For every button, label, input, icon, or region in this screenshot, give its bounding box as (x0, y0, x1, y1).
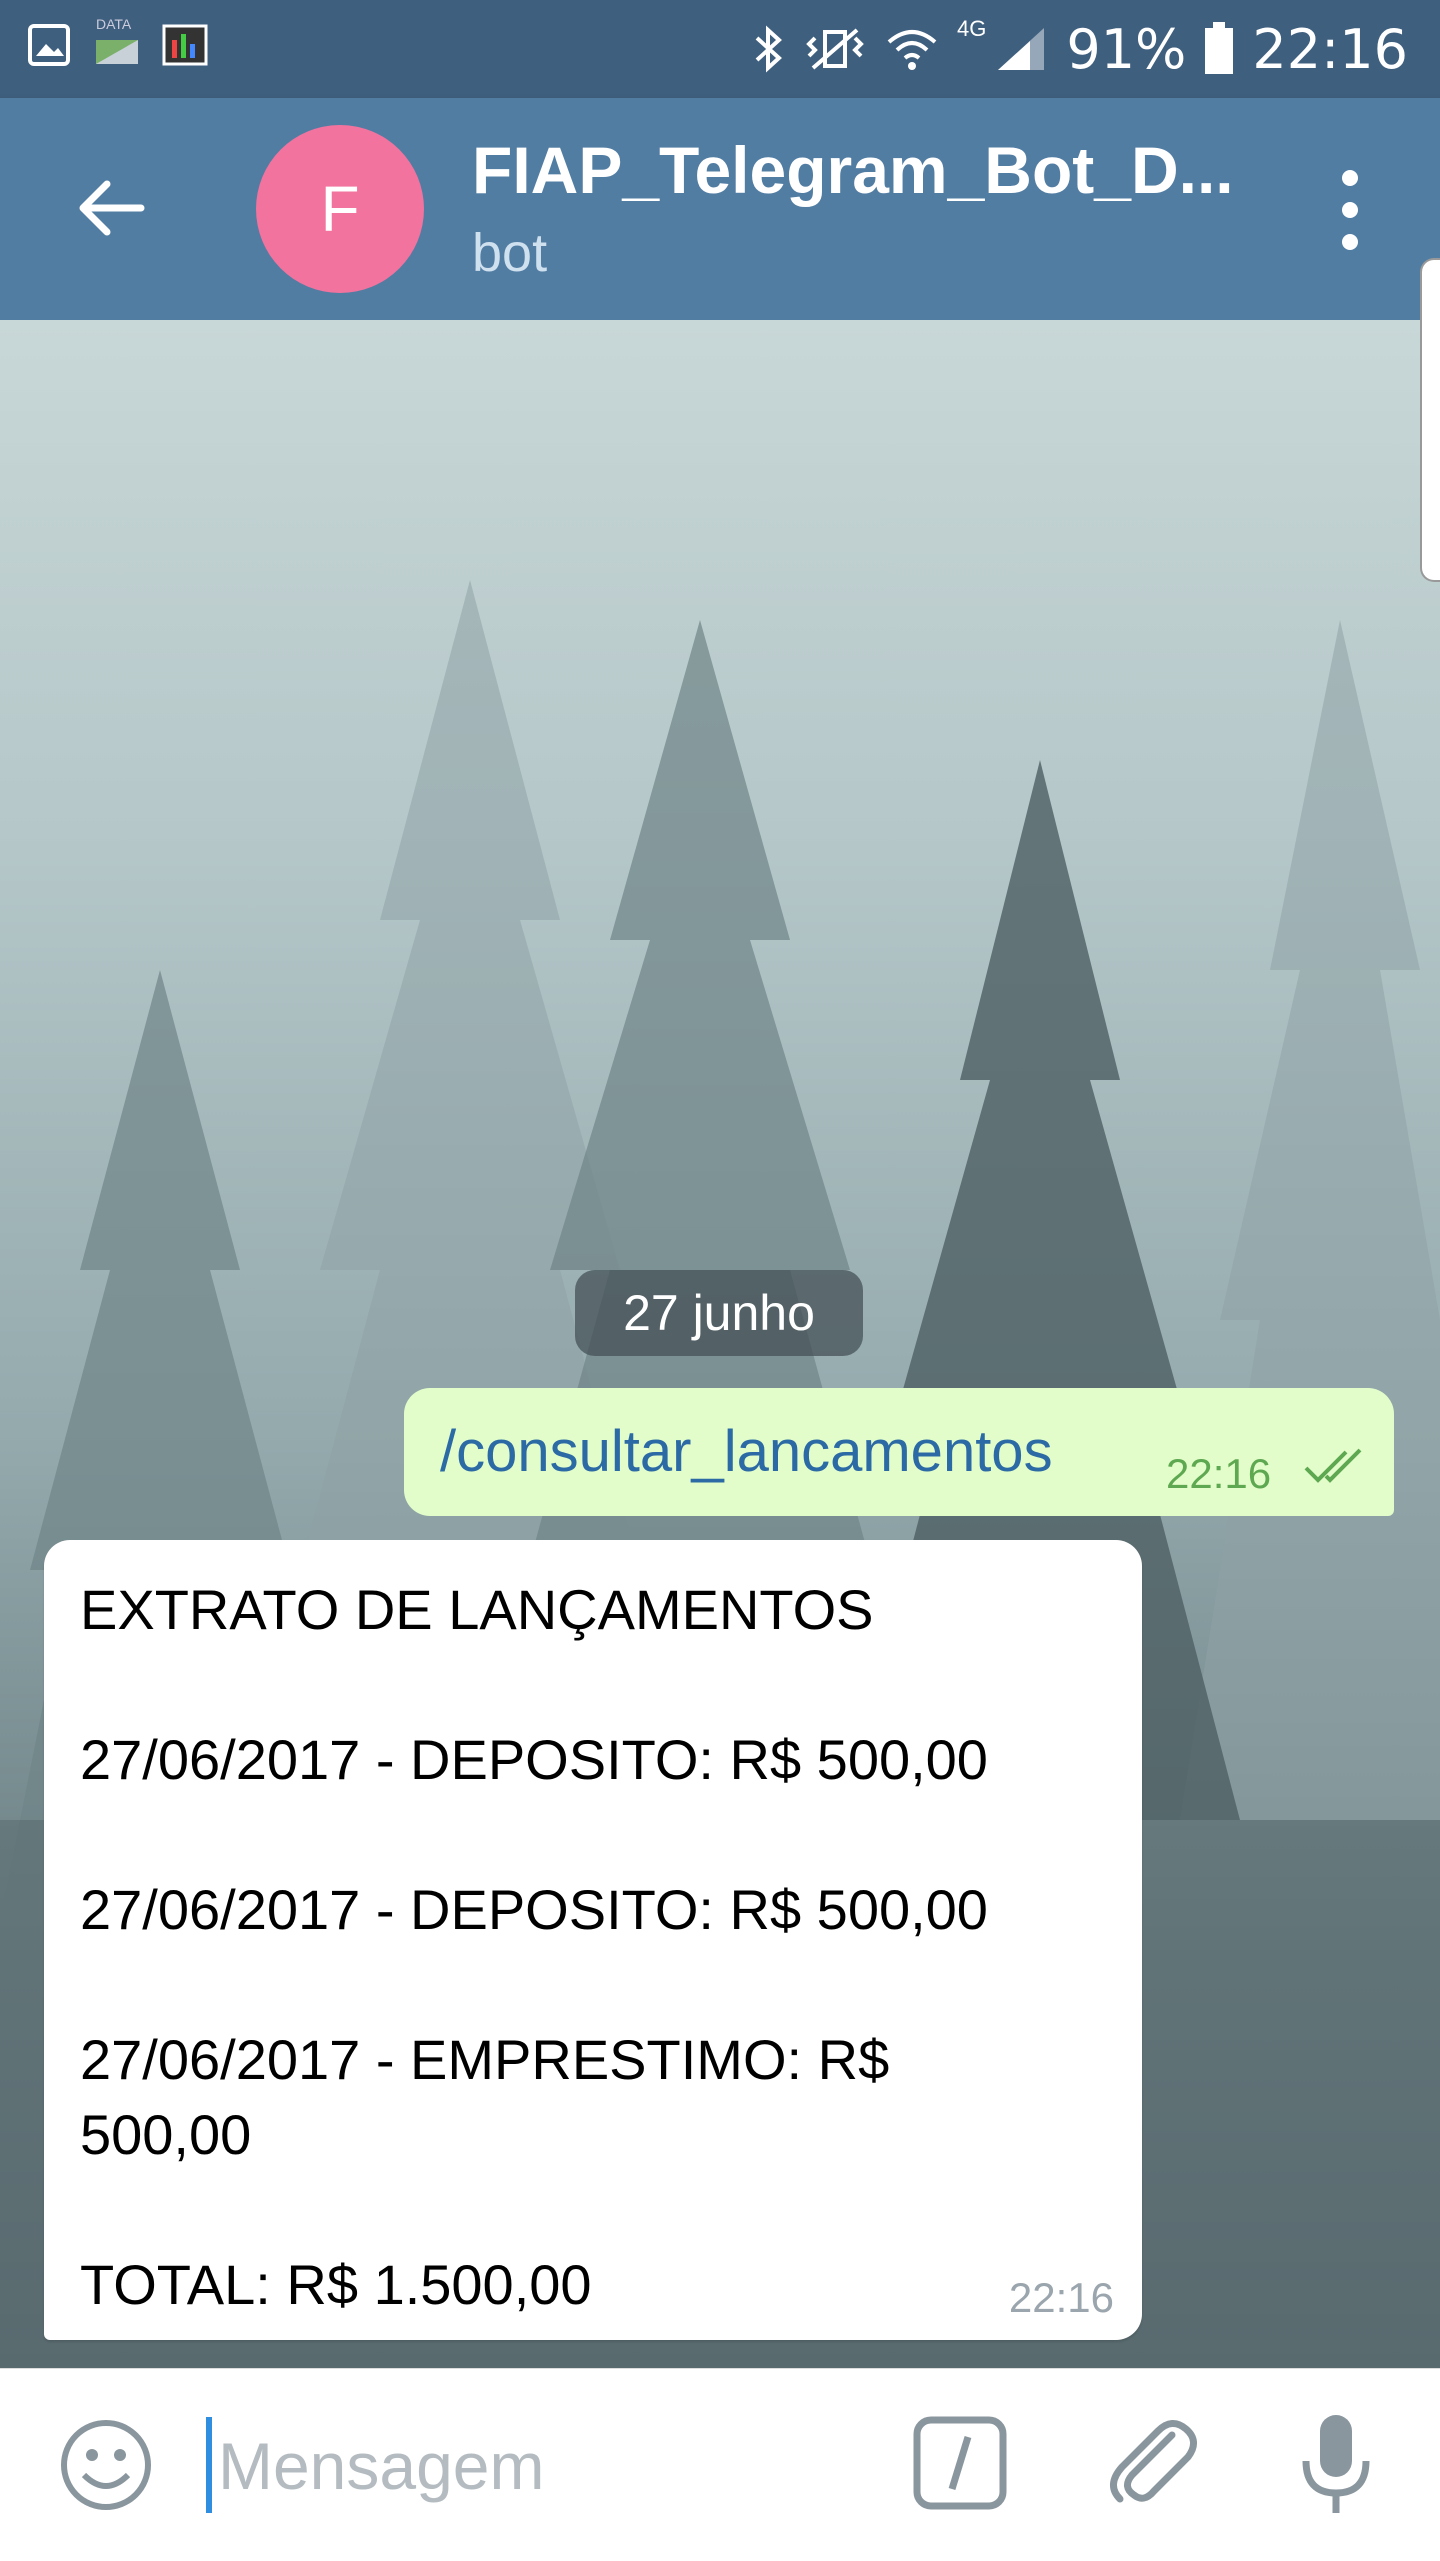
side-drawer-handle[interactable] (1420, 258, 1440, 582)
statement-line: 27/06/2017 - DEPOSITO: R$ 500,00 (80, 1728, 988, 1791)
battery-icon (1205, 22, 1234, 74)
back-arrow-icon[interactable] (70, 168, 150, 248)
incoming-message[interactable]: EXTRATO DE LANÇAMENTOS 27/06/2017 - DEPO… (44, 1540, 1142, 2340)
status-time: 22:16 (1252, 17, 1408, 81)
chat-header: F FIAP_Telegram_Bot_D... bot (0, 98, 1440, 320)
chat-subtitle: bot (472, 223, 548, 283)
data-label: DATA (96, 16, 132, 32)
status-bar: DATA 4G 91% 22:16 (0, 0, 1440, 98)
taskbar-icon (162, 22, 208, 68)
bot-command-icon[interactable] (912, 2415, 1008, 2511)
battery-percent: 91% (1066, 17, 1187, 81)
statement-line: 27/06/2017 - DEPOSITO: R$ 500,00 (80, 1878, 988, 1941)
status-notifications: DATA (26, 16, 208, 68)
incoming-time: 22:16 (1008, 2274, 1114, 2321)
outgoing-command-link[interactable]: /consultar_lancamentos (440, 1418, 1053, 1485)
wifi-icon (887, 30, 937, 70)
statement-title: EXTRATO DE LANÇAMENTOS (80, 1578, 874, 1641)
microphone-icon[interactable] (1296, 2409, 1376, 2519)
vibrate-mute-icon (806, 28, 864, 70)
message-input-bar (0, 2368, 1440, 2561)
message-input[interactable] (216, 2417, 860, 2515)
outgoing-message[interactable]: /consultar_lancamentos 22:16 (404, 1388, 1394, 1516)
network-type-label: 4G (956, 16, 987, 41)
chat-title[interactable]: FIAP_Telegram_Bot_D... (472, 132, 1262, 208)
attachment-icon[interactable] (1102, 2413, 1202, 2513)
signal-icon (998, 28, 1045, 70)
chat-area[interactable]: 27 junho /consultar_lancamentos 22:16 EX… (0, 320, 1440, 2368)
outgoing-time: 22:16 (1166, 1450, 1272, 1497)
status-system: 4G 91% 22:16 (751, 10, 1408, 88)
date-chip: 27 junho (575, 1270, 863, 1356)
bluetooth-icon (755, 25, 782, 73)
double-check-icon (1304, 1448, 1362, 1483)
data-saver-icon: DATA (94, 16, 140, 68)
text-cursor (206, 2417, 212, 2513)
incoming-message-text: EXTRATO DE LANÇAMENTOS 27/06/2017 - DEPO… (80, 1572, 1120, 2322)
emoji-icon[interactable] (58, 2417, 154, 2513)
more-options-icon[interactable] (1330, 170, 1370, 250)
statement-total: TOTAL: R$ 1.500,00 (80, 2253, 592, 2316)
avatar[interactable]: F (256, 125, 424, 293)
statement-line: 27/06/2017 - EMPRESTIMO: R$ 500,00 (80, 2028, 890, 2166)
gallery-icon (26, 22, 72, 68)
